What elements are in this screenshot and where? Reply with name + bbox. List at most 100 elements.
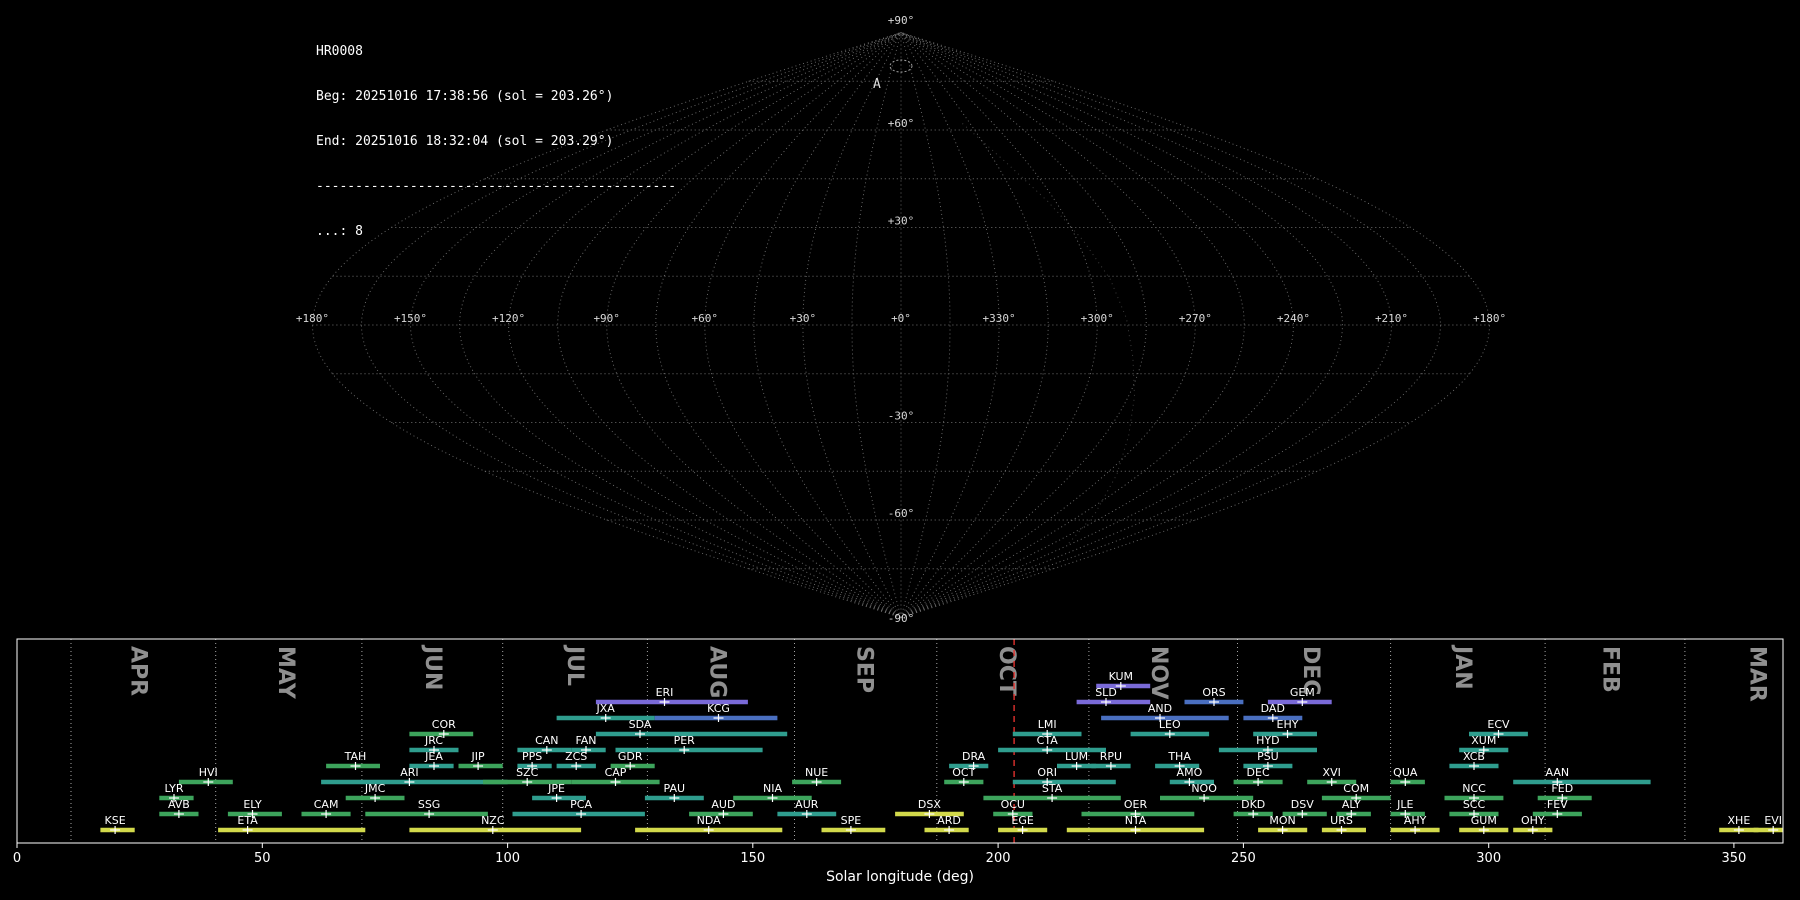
shower-label: JRC bbox=[424, 734, 443, 747]
shower-NZC: NZC bbox=[409, 814, 582, 834]
tick-label: 250 bbox=[1231, 851, 1256, 866]
shower-label: OER bbox=[1124, 798, 1148, 811]
shower-ORI: ORI bbox=[1012, 766, 1116, 786]
shower-label: ORI bbox=[1037, 766, 1057, 779]
shower-EVI: EVI bbox=[1753, 814, 1783, 834]
shower-label: SZC bbox=[516, 766, 539, 779]
shower-SSG: SSG bbox=[365, 798, 488, 818]
shower-AHY: AHY bbox=[1390, 814, 1440, 834]
shower-label: ECV bbox=[1487, 718, 1510, 731]
shower-XHE: XHE bbox=[1719, 814, 1759, 834]
shower-OHY: OHY bbox=[1513, 814, 1553, 834]
shower-label: EHY bbox=[1277, 718, 1299, 731]
shower-label: GUM bbox=[1471, 814, 1497, 827]
shower-LEO: LEO bbox=[1130, 718, 1210, 738]
shower-label: OCT bbox=[952, 766, 975, 779]
tick-label: 200 bbox=[986, 851, 1011, 866]
latitude-label: -60° bbox=[888, 507, 915, 520]
shower-label: AUR bbox=[795, 798, 819, 811]
shower-DKD: DKD bbox=[1233, 798, 1273, 818]
shower-label: NTA bbox=[1125, 814, 1147, 827]
shower-NTA: NTA bbox=[1066, 814, 1205, 834]
shower-label: JLE bbox=[1396, 798, 1413, 811]
shower-label: FEV bbox=[1547, 798, 1568, 811]
latitude-label: -30° bbox=[888, 410, 915, 423]
shower-label: CAN bbox=[535, 734, 558, 747]
shower-label: THA bbox=[1167, 750, 1191, 763]
shower-label: JIP bbox=[471, 750, 485, 763]
tick-label: 150 bbox=[740, 851, 765, 866]
shower-ARI: ARI bbox=[321, 766, 508, 786]
shower-SPE: SPE bbox=[821, 814, 886, 834]
shower-label: FED bbox=[1551, 782, 1573, 795]
shower-HVI: HVI bbox=[178, 766, 233, 786]
shower-label: FAN bbox=[575, 734, 596, 747]
shower-PAU: PAU bbox=[644, 782, 704, 802]
shower-label: COM bbox=[1343, 782, 1369, 795]
latitude-label: +60° bbox=[888, 117, 915, 130]
month-label: OCT bbox=[994, 646, 1019, 696]
shower-label: SSG bbox=[418, 798, 441, 811]
shower-label: ALY bbox=[1342, 798, 1361, 811]
latitude-label: +30° bbox=[888, 215, 915, 228]
shower-label: NOO bbox=[1191, 782, 1217, 795]
longitude-label: +150° bbox=[394, 312, 427, 325]
shower-label: AUD bbox=[711, 798, 735, 811]
shower-PCA: PCA bbox=[512, 798, 645, 818]
shower-label: PER bbox=[674, 734, 696, 747]
shower-label: EGE bbox=[1011, 814, 1033, 827]
shower-label: DRA bbox=[962, 750, 986, 763]
shower-ORS: ORS bbox=[1184, 686, 1244, 706]
shower-JMC: JMC bbox=[345, 782, 405, 802]
shower-label: ERI bbox=[656, 686, 674, 699]
shower-label: JEA bbox=[424, 750, 443, 763]
month-label: AUG bbox=[705, 646, 730, 698]
longitude-label: +0° bbox=[891, 312, 911, 325]
shower-label: GEM bbox=[1290, 686, 1315, 699]
radiant-ellipse bbox=[889, 59, 913, 73]
shower-label: NZC bbox=[481, 814, 505, 827]
shower-label: SPE bbox=[841, 814, 862, 827]
separator-line: ----------------------------------------… bbox=[316, 179, 677, 194]
shower-label: JPE bbox=[547, 782, 565, 795]
app-window: HR0008 Beg: 20251016 17:38:56 (sol = 203… bbox=[0, 0, 1800, 900]
longitude-label: +240° bbox=[1277, 312, 1310, 325]
longitude-label: +270° bbox=[1179, 312, 1212, 325]
shower-ZCS: ZCS bbox=[556, 750, 596, 770]
shower-label: ELY bbox=[243, 798, 262, 811]
shower-label: XVI bbox=[1323, 766, 1341, 779]
shower-NOO: NOO bbox=[1160, 782, 1254, 802]
shower-NUE: NUE bbox=[792, 766, 842, 786]
shower-label: EVI bbox=[1764, 814, 1782, 827]
shower-label: MON bbox=[1269, 814, 1295, 827]
station-id: HR0008 bbox=[316, 44, 363, 59]
shower-KCG: KCG bbox=[654, 702, 778, 722]
x-axis-ticks: 0 50 100 150 200 250 300 350 bbox=[13, 851, 1746, 866]
shower-QUA: QUA bbox=[1390, 766, 1425, 786]
shower-label: ORS bbox=[1202, 686, 1225, 699]
shower-label: XHE bbox=[1728, 814, 1751, 827]
shower-LUM: LUM bbox=[1057, 750, 1097, 770]
shower-label: AVB bbox=[168, 798, 190, 811]
month-label: JAN bbox=[1450, 644, 1475, 690]
month-label: JUN bbox=[420, 644, 445, 690]
longitude-label: +210° bbox=[1375, 312, 1408, 325]
meteor-count-line: ...: 8 bbox=[316, 224, 363, 239]
shower-OCT: OCT bbox=[944, 766, 984, 786]
month-labels: APR MAY JUN JUL AUG SEP OCT NOV DEC JAN FEB MAR bbox=[126, 644, 1770, 702]
longitude-label: +30° bbox=[790, 312, 817, 325]
shower-label: URS bbox=[1330, 814, 1353, 827]
shower-ETA: ETA bbox=[218, 814, 366, 834]
shower-label: TAH bbox=[344, 750, 367, 763]
shower-label: RPU bbox=[1100, 750, 1122, 763]
shower-label: XCB bbox=[1463, 750, 1485, 763]
shower-XCB: XCB bbox=[1449, 750, 1499, 770]
shower-label: JMC bbox=[364, 782, 386, 795]
shower-label: AAN bbox=[1546, 766, 1570, 779]
longitude-label: +330° bbox=[983, 312, 1016, 325]
shower-bars: KUM ERI SLD ORS GEM JXA KCG AND DAD COR SDA LMI LEO E… bbox=[100, 670, 1783, 834]
longitude-label: +180° bbox=[1473, 312, 1506, 325]
shower-label: LUM bbox=[1065, 750, 1088, 763]
shower-label: LEO bbox=[1159, 718, 1181, 731]
shower-label: SDA bbox=[629, 718, 652, 731]
